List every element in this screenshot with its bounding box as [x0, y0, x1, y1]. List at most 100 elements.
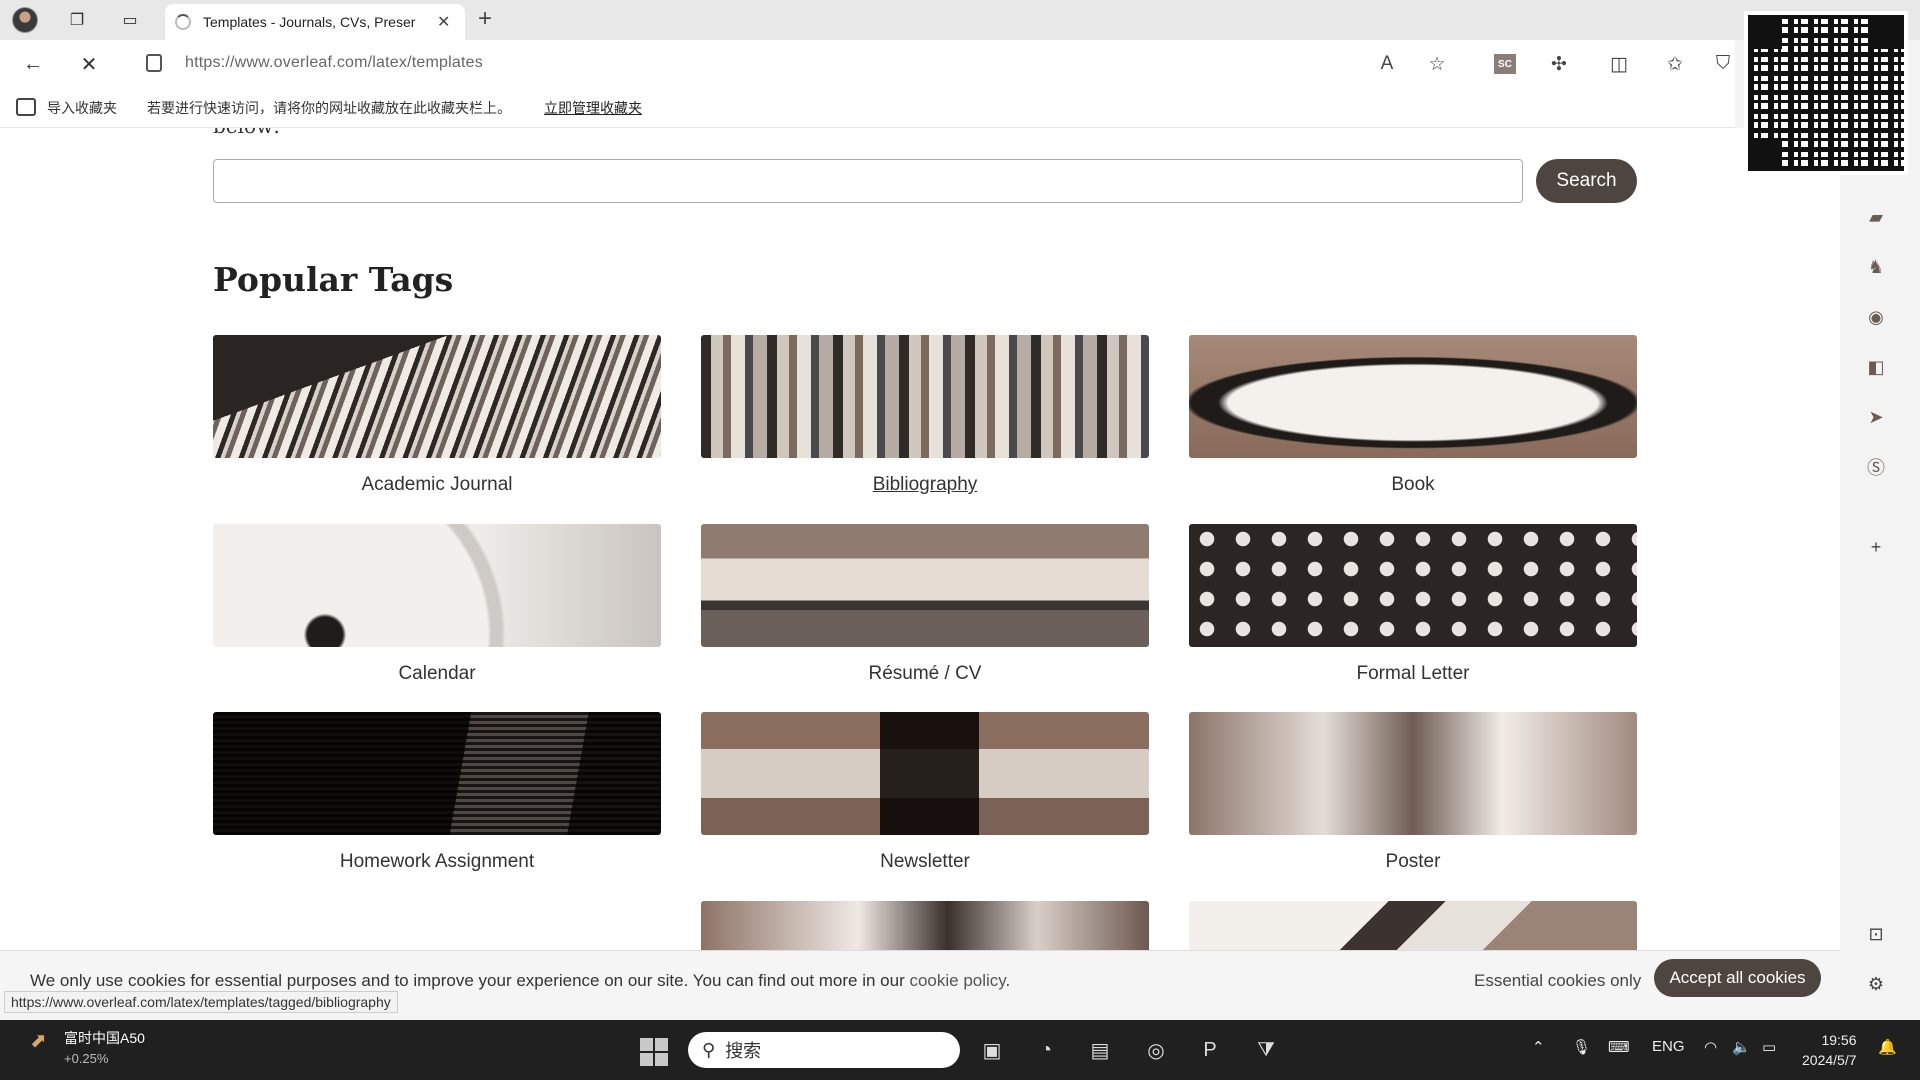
stock-widget[interactable]: ⬈ 富时中国A50 +0.25% [30, 1028, 145, 1066]
stock-chart-icon: ⬈ [30, 1030, 47, 1052]
tag-card-partial[interactable] [701, 901, 1149, 950]
tag-label[interactable]: Résumé / CV [701, 663, 1149, 685]
favorite-star-icon[interactable]: ☆ [1422, 50, 1452, 78]
outlook-icon[interactable]: ◧ [1862, 353, 1890, 381]
tag-image[interactable] [213, 524, 661, 647]
back-button[interactable]: ← [18, 50, 48, 78]
workspaces-icon[interactable]: ❐ [62, 6, 92, 34]
system-clock[interactable]: 19:56 2024/5/7 [1802, 1030, 1857, 1070]
windows-taskbar: ⬈ 富时中国A50 +0.25% ⚲ 搜索 ▣ ◔ ▤ ◎ P ⧩ ⌃ 🎙 ⌨ … [0, 1020, 1920, 1080]
tag-card-bibliography[interactable]: Bibliography [701, 335, 1149, 496]
split-screen-icon[interactable]: ◫ [1604, 50, 1634, 78]
skype-icon[interactable]: Ⓢ [1862, 453, 1890, 481]
tag-label[interactable]: Bibliography [701, 474, 1149, 496]
essential-cookies-button[interactable]: Essential cookies only [1474, 971, 1641, 991]
manage-favorites-link[interactable]: 立即管理收藏夹 [544, 98, 642, 118]
import-favorites-icon[interactable] [16, 98, 36, 116]
tray-chevron-up-icon[interactable]: ⌃ [1532, 1038, 1545, 1056]
chrome-icon[interactable]: ◎ [1140, 1034, 1172, 1066]
tag-card-calendar[interactable]: Calendar [213, 524, 661, 685]
close-tab-icon[interactable]: ✕ [437, 12, 450, 32]
tab-title: Templates - Journals, CVs, Preser [203, 14, 416, 30]
tag-image[interactable] [701, 901, 1149, 950]
profile-avatar[interactable] [10, 6, 40, 34]
url-field[interactable]: https://www.overleaf.com/latex/templates [185, 54, 483, 72]
site-info-icon[interactable] [146, 54, 162, 72]
file-explorer-icon[interactable]: ▤ [1084, 1034, 1116, 1066]
add-sidebar-app-icon[interactable]: + [1862, 533, 1890, 561]
tag-card-newsletter[interactable]: Newsletter [701, 712, 1149, 873]
tag-card-partial[interactable] [1189, 901, 1637, 950]
tag-image[interactable] [1189, 524, 1637, 647]
page-content: below: Search Popular Tags Academic Jour… [0, 128, 1840, 950]
tag-card-homework-assignment[interactable]: Homework Assignment [213, 712, 661, 873]
new-tab-button[interactable]: + [478, 5, 492, 33]
tag-label[interactable]: Calendar [213, 663, 661, 685]
tag-card-resume-cv[interactable]: Résumé / CV [701, 524, 1149, 685]
notifications-bell-icon[interactable]: 🔔 [1878, 1038, 1897, 1056]
vscode-icon[interactable]: ⧩ [1250, 1034, 1282, 1066]
tag-label[interactable]: Newsletter [701, 851, 1149, 873]
tag-image[interactable] [701, 524, 1149, 647]
search-button[interactable]: Search [1536, 159, 1637, 203]
tag-card-academic-journal[interactable]: Academic Journal [213, 335, 661, 496]
browser-essentials-icon[interactable]: ⛉ [1708, 50, 1738, 78]
keyboard-icon[interactable]: ⌨ [1608, 1038, 1630, 1056]
edge-browser-icon[interactable]: ◔ [1030, 1034, 1062, 1066]
tag-image[interactable] [701, 335, 1149, 458]
cookie-policy-link[interactable]: cookie policy [909, 971, 1005, 990]
tab-actions-icon[interactable]: ▭ [115, 6, 145, 34]
search-icon: ⚲ [702, 1039, 716, 1060]
stop-loading-button[interactable]: ✕ [74, 50, 104, 78]
task-view-icon[interactable]: ▣ [976, 1034, 1008, 1066]
active-tab[interactable]: Templates - Journals, CVs, Preser ✕ [165, 4, 465, 40]
taskbar-search-input[interactable]: ⚲ 搜索 [688, 1032, 960, 1068]
favorites-list-icon[interactable]: ✩ [1660, 50, 1690, 78]
link-preview-status: https://www.overleaf.com/latex/templates… [4, 991, 398, 1013]
tag-image[interactable] [1189, 712, 1637, 835]
screenshot-icon[interactable]: ⊡ [1862, 920, 1890, 948]
tag-label[interactable]: Homework Assignment [213, 851, 661, 873]
template-search-input[interactable] [213, 159, 1523, 203]
tag-image[interactable] [1189, 335, 1637, 458]
favorites-hint-text: 若要进行快速访问，请将你的网址收藏放在此收藏夹栏上。 [147, 100, 511, 116]
clock-time: 19:56 [1821, 1032, 1857, 1048]
tag-card-book[interactable]: Book [1189, 335, 1637, 496]
tag-image[interactable] [1189, 901, 1637, 950]
tag-card-poster[interactable]: Poster [1189, 712, 1637, 873]
accept-all-cookies-button[interactable]: Accept all cookies [1654, 959, 1821, 997]
tag-image[interactable] [701, 712, 1149, 835]
send-icon[interactable]: ➤ [1862, 403, 1890, 431]
volume-icon[interactable]: 🔈 [1732, 1038, 1751, 1056]
tag-label[interactable]: Academic Journal [213, 474, 661, 496]
copilot-icon[interactable]: ◉ [1862, 303, 1890, 331]
favorites-bar: 导入收藏夹 若要进行快速访问，请将你的网址收藏放在此收藏夹栏上。 立即管理收藏夹 [0, 88, 1735, 128]
windows-start-icon[interactable] [640, 1038, 668, 1066]
cookie-message: We only use cookies for essential purpos… [30, 971, 1011, 990]
stock-name: 富时中国A50 [64, 1030, 145, 1046]
stock-change: +0.25% [64, 1051, 109, 1066]
tag-label[interactable]: Poster [1189, 851, 1637, 873]
tag-image[interactable] [213, 712, 661, 835]
qr-code-image [1744, 11, 1908, 175]
extension-sc-icon[interactable]: SC [1490, 50, 1520, 78]
tag-image[interactable] [213, 335, 661, 458]
address-bar: ← ✕ https://www.overleaf.com/latex/templ… [0, 40, 1735, 88]
clock-date: 2024/5/7 [1802, 1052, 1857, 1068]
powerpoint-icon[interactable]: P [1194, 1034, 1226, 1066]
popular-tags-title: Popular Tags [213, 260, 454, 299]
tag-card-formal-letter[interactable]: Formal Letter [1189, 524, 1637, 685]
battery-icon[interactable]: ▭ [1762, 1038, 1776, 1056]
extensions-puzzle-icon[interactable]: ✣ [1544, 50, 1574, 78]
games-icon[interactable]: ♞ [1862, 253, 1890, 281]
briefcase-icon[interactable]: ▰ [1862, 203, 1890, 231]
microphone-icon[interactable]: 🎙 [1572, 1038, 1591, 1056]
tag-label[interactable]: Formal Letter [1189, 663, 1637, 685]
read-aloud-icon[interactable]: A [1372, 50, 1402, 78]
intro-text-clipped: below: [213, 128, 280, 138]
import-favorites-link[interactable]: 导入收藏夹 [47, 98, 117, 118]
language-indicator[interactable]: ENG [1652, 1038, 1685, 1055]
wifi-icon[interactable]: ◠ [1704, 1038, 1717, 1056]
sidebar-settings-gear-icon[interactable]: ⚙ [1862, 970, 1890, 998]
tag-label[interactable]: Book [1189, 474, 1637, 496]
